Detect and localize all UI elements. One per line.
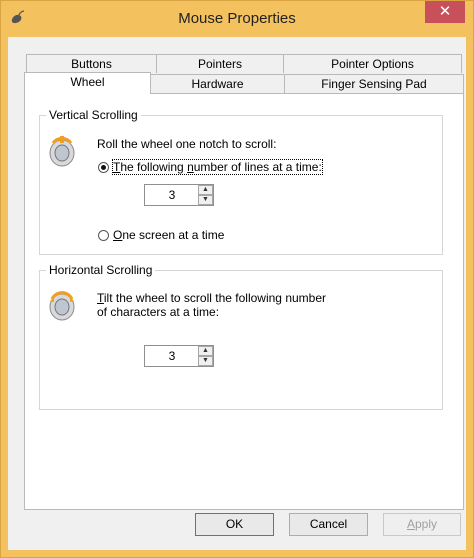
characters-spinner-buttons: ▲ ▼ [198,346,213,366]
horizontal-scrolling-legend: Horizontal Scrolling [46,263,156,277]
ok-button[interactable]: OK [195,513,274,536]
tab-buttons[interactable]: Buttons [26,54,157,73]
tab-finger-sensing-pad[interactable]: Finger Sensing Pad [284,74,464,93]
tab-wheel[interactable]: Wheel [24,72,151,94]
horizontal-instruction-key: T [97,291,104,305]
vertical-instruction: Roll the wheel one notch to scroll: [97,137,277,151]
one-screen-key: O [113,228,123,242]
window-title: Mouse Properties [178,10,296,27]
apply-key: A [406,517,415,531]
lines-decrease-button[interactable]: ▼ [198,195,213,205]
lines-label-key2: n [187,160,194,174]
characters-value[interactable]: 3 [145,346,199,366]
characters-increase-button[interactable]: ▲ [198,346,213,356]
lines-at-a-time-radio[interactable] [98,162,109,173]
one-screen-label[interactable]: One screen at a time [113,228,224,242]
tab-pointers[interactable]: Pointers [156,54,284,73]
lines-value[interactable]: 3 [145,185,199,205]
title-bar[interactable]: Mouse Properties ✕ [1,1,473,37]
cancel-button[interactable]: Cancel [289,513,368,536]
dialog-client-area: Buttons Pointers Pointer Options Wheel H… [8,37,466,550]
one-screen-radio[interactable] [98,230,109,241]
vertical-scrolling-group: Vertical Scrolling Roll the wheel one no… [39,108,443,255]
lines-spinner-buttons: ▲ ▼ [198,185,213,205]
vertical-scrolling-legend: Vertical Scrolling [46,108,141,122]
one-screen-text: ne screen at a time [122,228,225,242]
wheel-tab-panel: Vertical Scrolling Roll the wheel one no… [24,93,464,510]
horizontal-scrolling-group: Horizontal Scrolling Tilt the wheel to s… [39,263,443,410]
horizontal-instruction-line-2: of characters at a time: [97,305,220,319]
lines-increase-button[interactable]: ▲ [198,185,213,195]
characters-decrease-button[interactable]: ▼ [198,356,213,366]
mouse-tilt-wheel-icon [49,291,75,321]
tab-hardware[interactable]: Hardware [150,74,285,93]
horizontal-instruction-line-1: Tilt the wheel to scroll the following n… [97,291,326,305]
lines-label-part1: he following [120,160,188,174]
close-button[interactable]: ✕ [425,1,465,23]
apply-button[interactable]: Apply [383,513,461,536]
mouse-properties-window: Mouse Properties ✕ Buttons Pointers Poin… [0,0,474,558]
apply-text: pply [415,517,438,531]
horizontal-instruction-text: ilt the wheel to scroll the following nu… [103,291,327,305]
lines-label-part2: umber of lines at a time: [193,160,322,174]
lines-spinner[interactable]: 3 ▲ ▼ [144,184,214,206]
characters-spinner[interactable]: 3 ▲ ▼ [144,345,214,367]
mouse-wheel-icon [49,136,75,167]
tab-pointer-options[interactable]: Pointer Options [283,54,462,73]
lines-at-a-time-label[interactable]: The following number of lines at a time: [112,159,323,175]
